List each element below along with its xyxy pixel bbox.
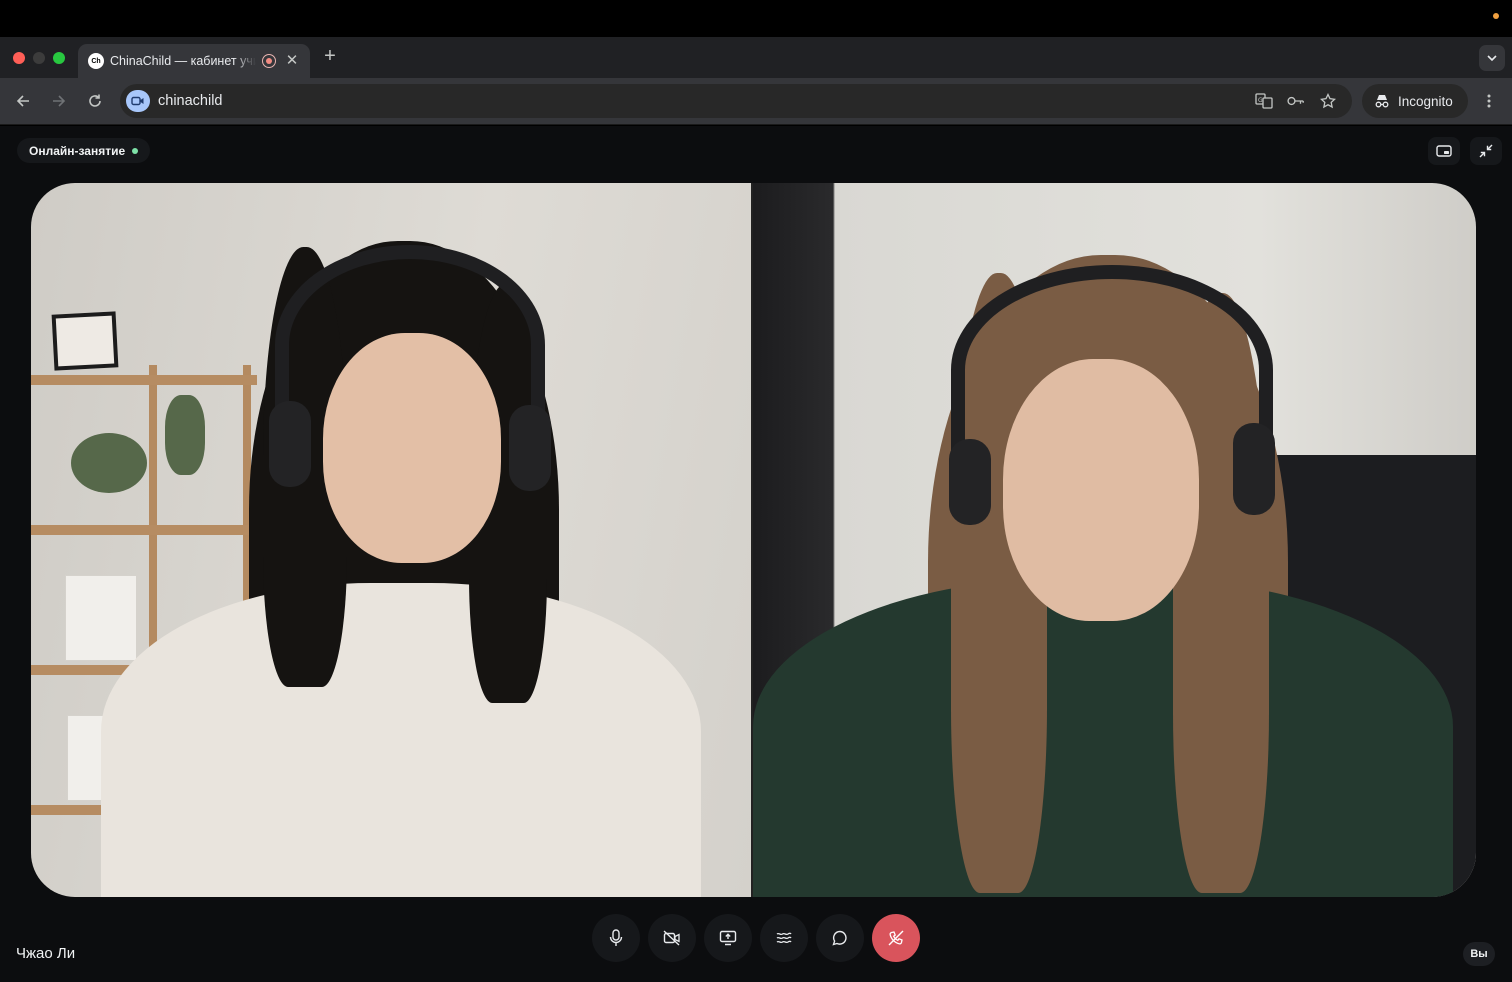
chat-button[interactable]	[816, 914, 864, 962]
student-headset	[951, 265, 1273, 475]
video-stage	[31, 183, 1476, 897]
address-bar[interactable]: chinachild G	[120, 84, 1352, 118]
lesson-status-label: Онлайн-занятие	[29, 143, 126, 158]
recording-icon	[262, 54, 276, 68]
plus-icon[interactable]: +	[320, 46, 340, 66]
picture-in-picture-button[interactable]	[1428, 137, 1460, 165]
star-icon[interactable]	[1319, 92, 1337, 110]
incognito-icon	[1375, 95, 1389, 108]
reload-button[interactable]	[84, 90, 106, 112]
share-screen-icon	[719, 930, 737, 946]
microphone-button[interactable]	[592, 914, 640, 962]
phone-hangup-icon	[888, 930, 904, 946]
waves-icon	[776, 932, 792, 944]
more-vertical-icon[interactable]	[1478, 90, 1500, 112]
key-icon[interactable]	[1287, 92, 1305, 110]
call-view: Онлайн-занятие Чжао Ли Вы	[0, 126, 1512, 982]
exit-fullscreen-icon	[1479, 144, 1493, 158]
incognito-label: Incognito	[1398, 93, 1453, 109]
incognito-button[interactable]: Incognito	[1362, 84, 1468, 118]
tab-favicon: Ch	[88, 53, 104, 69]
maximize-window-button[interactable]	[53, 52, 65, 64]
live-indicator-dot	[132, 147, 139, 154]
student-sweater	[753, 578, 1453, 897]
svg-text:G: G	[1258, 97, 1263, 104]
minimize-window-button[interactable]	[33, 52, 45, 64]
tab-search-button[interactable]	[1479, 45, 1505, 71]
remote-video-tile[interactable]	[31, 183, 751, 897]
teacher-sweater	[101, 583, 701, 897]
lesson-status-badge: Онлайн-занятие	[17, 138, 151, 163]
chevron-down-icon	[1487, 55, 1497, 62]
tab-title: ChinaChild — кабинет учителя	[110, 54, 256, 68]
translate-icon[interactable]: G	[1255, 92, 1273, 110]
camera-off-icon	[663, 930, 680, 946]
reload-icon	[89, 94, 101, 107]
window-controls	[13, 52, 65, 64]
video-camera-icon[interactable]	[126, 90, 150, 112]
picture-in-picture-icon	[1436, 145, 1452, 157]
url-text[interactable]: chinachild	[158, 93, 223, 109]
microphone-icon	[609, 929, 623, 946]
chat-bubble-icon	[832, 930, 847, 946]
camera-off-button[interactable]	[648, 914, 696, 962]
self-video-tile[interactable]	[753, 183, 1476, 897]
participant-name: Чжао Ли	[16, 945, 76, 962]
tab-strip: Ch ChinaChild — кабинет учителя ✕ +	[0, 37, 1512, 78]
self-badge: Вы	[1463, 942, 1495, 966]
effects-button[interactable]	[760, 914, 808, 962]
forward-button[interactable]	[48, 90, 70, 112]
share-screen-button[interactable]	[704, 914, 752, 962]
teacher-headset	[275, 245, 545, 445]
browser-toolbar: chinachild G Incognito	[0, 78, 1512, 125]
status-indicator-dot	[1493, 13, 1499, 19]
close-window-button[interactable]	[13, 52, 25, 64]
arrow-right-icon	[53, 95, 66, 107]
browser-tab[interactable]: Ch ChinaChild — кабинет учителя ✕	[78, 44, 310, 78]
system-menu-bar	[0, 0, 1512, 37]
end-call-button[interactable]	[872, 914, 920, 962]
wall-picture	[51, 311, 119, 371]
exit-fullscreen-button[interactable]	[1470, 137, 1502, 165]
close-icon[interactable]: ✕	[284, 53, 300, 69]
back-button[interactable]	[12, 90, 34, 112]
arrow-left-icon	[16, 95, 29, 107]
call-controls	[592, 914, 920, 962]
